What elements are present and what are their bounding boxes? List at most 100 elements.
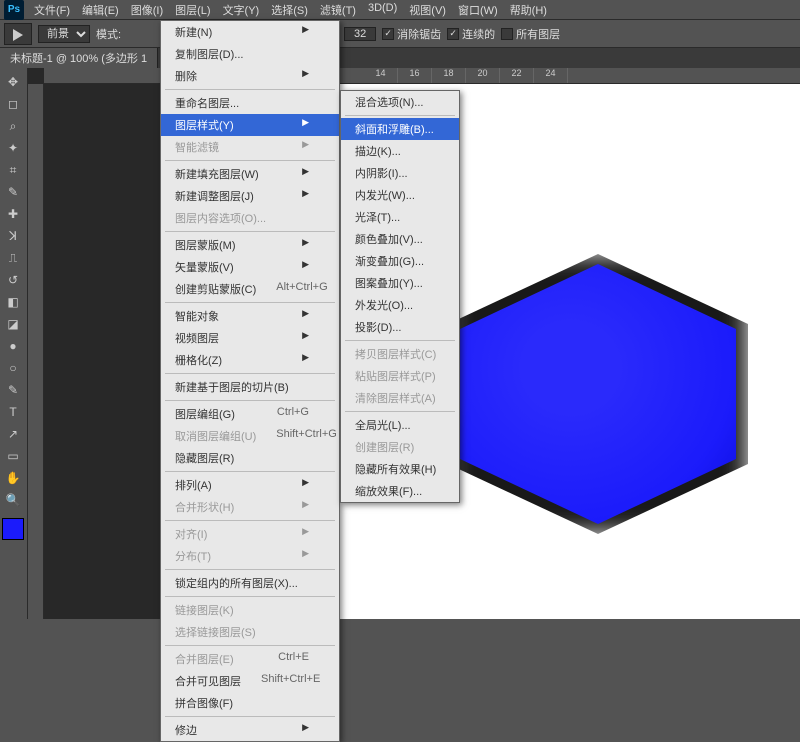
menu-item[interactable]: 修边▶	[161, 719, 339, 741]
menu-item: 创建图层(R)	[341, 436, 459, 458]
menu-item[interactable]: 智能对象▶	[161, 305, 339, 327]
all-layers-checkbox[interactable]: 所有图层	[501, 26, 560, 42]
menu-文件f[interactable]: 文件(F)	[28, 0, 76, 20]
menu-separator	[165, 160, 335, 161]
menu-文字y[interactable]: 文字(Y)	[217, 0, 266, 20]
menu-separator	[165, 471, 335, 472]
menu-item[interactable]: 混合选项(N)...	[341, 91, 459, 113]
submenu-arrow-icon: ▶	[302, 259, 309, 275]
menu-item[interactable]: 斜面和浮雕(B)...	[341, 118, 459, 140]
dodge-tool-icon[interactable]: ○	[2, 358, 24, 378]
menu-separator	[165, 400, 335, 401]
document-tabbar: 未标题-1 @ 100% (多边形 1	[0, 48, 800, 68]
menu-item[interactable]: 新建(N)▶	[161, 21, 339, 43]
zoom-tool-icon[interactable]: 🔍	[2, 490, 24, 510]
menu-separator	[165, 716, 335, 717]
menu-item[interactable]: 锁定组内的所有图层(X)...	[161, 572, 339, 594]
ps-logo: Ps	[4, 0, 24, 20]
document-tab[interactable]: 未标题-1 @ 100% (多边形 1	[0, 48, 158, 68]
antialias-checkbox[interactable]: ✓消除锯齿	[382, 26, 441, 42]
menu-item[interactable]: 删除▶	[161, 65, 339, 87]
menu-item[interactable]: 光泽(T)...	[341, 206, 459, 228]
menu-item[interactable]: 复制图层(D)...	[161, 43, 339, 65]
menu-item[interactable]: 排列(A)▶	[161, 474, 339, 496]
layer-menu-dropdown: 新建(N)▶复制图层(D)...删除▶重命名图层...图层样式(Y)▶智能滤镜▶…	[160, 20, 340, 742]
menu-item[interactable]: 矢量蒙版(V)▶	[161, 256, 339, 278]
submenu-arrow-icon: ▶	[302, 24, 309, 40]
submenu-arrow-icon: ▶	[302, 477, 309, 493]
menu-item[interactable]: 图层蒙版(M)▶	[161, 234, 339, 256]
wand-tool-icon[interactable]: ✦	[2, 138, 24, 158]
menu-帮助h[interactable]: 帮助(H)	[504, 0, 553, 20]
tool-preset-icon[interactable]	[4, 23, 32, 45]
ruler-mark: 24	[534, 68, 568, 83]
foreground-color-swatch[interactable]	[2, 518, 24, 540]
path-tool-icon[interactable]: ↗	[2, 424, 24, 444]
lasso-tool-icon[interactable]: ⌕	[2, 116, 24, 136]
menu-item[interactable]: 栅格化(Z)▶	[161, 349, 339, 371]
contiguous-checkbox[interactable]: ✓连续的	[447, 26, 495, 42]
menu-item[interactable]: 外发光(O)...	[341, 294, 459, 316]
menu-item[interactable]: 全局光(L)...	[341, 414, 459, 436]
menu-图像i[interactable]: 图像(I)	[125, 0, 169, 20]
menu-item: 清除图层样式(A)	[341, 387, 459, 409]
menu-separator	[345, 115, 455, 116]
menu-separator	[165, 89, 335, 90]
submenu-arrow-icon: ▶	[302, 237, 309, 253]
menu-item[interactable]: 新建填充图层(W)▶	[161, 163, 339, 185]
menu-视图v[interactable]: 视图(V)	[403, 0, 452, 20]
brush-tool-icon[interactable]: ꓘ	[2, 226, 24, 246]
foreground-select[interactable]: 前景	[38, 25, 90, 43]
pen-tool-icon[interactable]: ✎	[2, 380, 24, 400]
menu-separator	[165, 231, 335, 232]
tolerance-input[interactable]	[344, 27, 376, 41]
submenu-arrow-icon: ▶	[302, 722, 309, 738]
menu-item[interactable]: 图层样式(Y)▶	[161, 114, 339, 136]
menu-item[interactable]: 隐藏所有效果(H)	[341, 458, 459, 480]
eyedropper-tool-icon[interactable]: ✎	[2, 182, 24, 202]
heal-tool-icon[interactable]: ✚	[2, 204, 24, 224]
menu-item[interactable]: 内阴影(I)...	[341, 162, 459, 184]
menu-item[interactable]: 内发光(W)...	[341, 184, 459, 206]
layer-style-submenu: 混合选项(N)... 斜面和浮雕(B)...描边(K)...内阴影(I)...内发…	[340, 90, 460, 503]
menu-item[interactable]: 颜色叠加(V)...	[341, 228, 459, 250]
menu-窗口w[interactable]: 窗口(W)	[452, 0, 504, 20]
menu-编辑e[interactable]: 编辑(E)	[76, 0, 125, 20]
menu-item[interactable]: 图层编组(G)Ctrl+G	[161, 403, 339, 425]
menu-item[interactable]: 缩放效果(F)...	[341, 480, 459, 502]
menu-item[interactable]: 拼合图像(F)	[161, 692, 339, 714]
submenu-arrow-icon: ▶	[302, 526, 309, 542]
menu-图层l[interactable]: 图层(L)	[169, 0, 216, 20]
hand-tool-icon[interactable]: ✋	[2, 468, 24, 488]
menu-item[interactable]: 新建基于图层的切片(B)	[161, 376, 339, 398]
menubar: Ps 文件(F)编辑(E)图像(I)图层(L)文字(Y)选择(S)滤镜(T)3D…	[0, 0, 800, 20]
menu-滤镜t[interactable]: 滤镜(T)	[314, 0, 362, 20]
menu-item[interactable]: 新建调整图层(J)▶	[161, 185, 339, 207]
eraser-tool-icon[interactable]: ◧	[2, 292, 24, 312]
history-brush-icon[interactable]: ↺	[2, 270, 24, 290]
toolbar: ✥ ◻ ⌕ ✦ ⌗ ✎ ✚ ꓘ ⎍ ↺ ◧ ◪ ● ○ ✎ T ↗ ▭ ✋ 🔍	[0, 68, 28, 619]
menu-item[interactable]: 重命名图层...	[161, 92, 339, 114]
menu-item[interactable]: 合并可见图层Shift+Ctrl+E	[161, 670, 339, 692]
shape-tool-icon[interactable]: ▭	[2, 446, 24, 466]
crop-tool-icon[interactable]: ⌗	[2, 160, 24, 180]
menu-选择s[interactable]: 选择(S)	[265, 0, 314, 20]
submenu-arrow-icon: ▶	[302, 139, 309, 155]
stamp-tool-icon[interactable]: ⎍	[2, 248, 24, 268]
menu-item[interactable]: 隐藏图层(R)	[161, 447, 339, 469]
marquee-tool-icon[interactable]: ◻	[2, 94, 24, 114]
menu-item[interactable]: 图案叠加(Y)...	[341, 272, 459, 294]
menu-item[interactable]: 视频图层▶	[161, 327, 339, 349]
blur-tool-icon[interactable]: ●	[2, 336, 24, 356]
menu-item[interactable]: 渐变叠加(G)...	[341, 250, 459, 272]
menu-item[interactable]: 投影(D)...	[341, 316, 459, 338]
gradient-tool-icon[interactable]: ◪	[2, 314, 24, 334]
menu-item[interactable]: 描边(K)...	[341, 140, 459, 162]
submenu-arrow-icon: ▶	[302, 68, 309, 84]
move-tool-icon[interactable]: ✥	[2, 72, 24, 92]
menu-3dd[interactable]: 3D(D)	[362, 0, 403, 20]
menu-item[interactable]: 创建剪贴蒙版(C)Alt+Ctrl+G	[161, 278, 339, 300]
type-tool-icon[interactable]: T	[2, 402, 24, 422]
submenu-arrow-icon: ▶	[302, 117, 309, 133]
ruler-mark: 16	[398, 68, 432, 83]
